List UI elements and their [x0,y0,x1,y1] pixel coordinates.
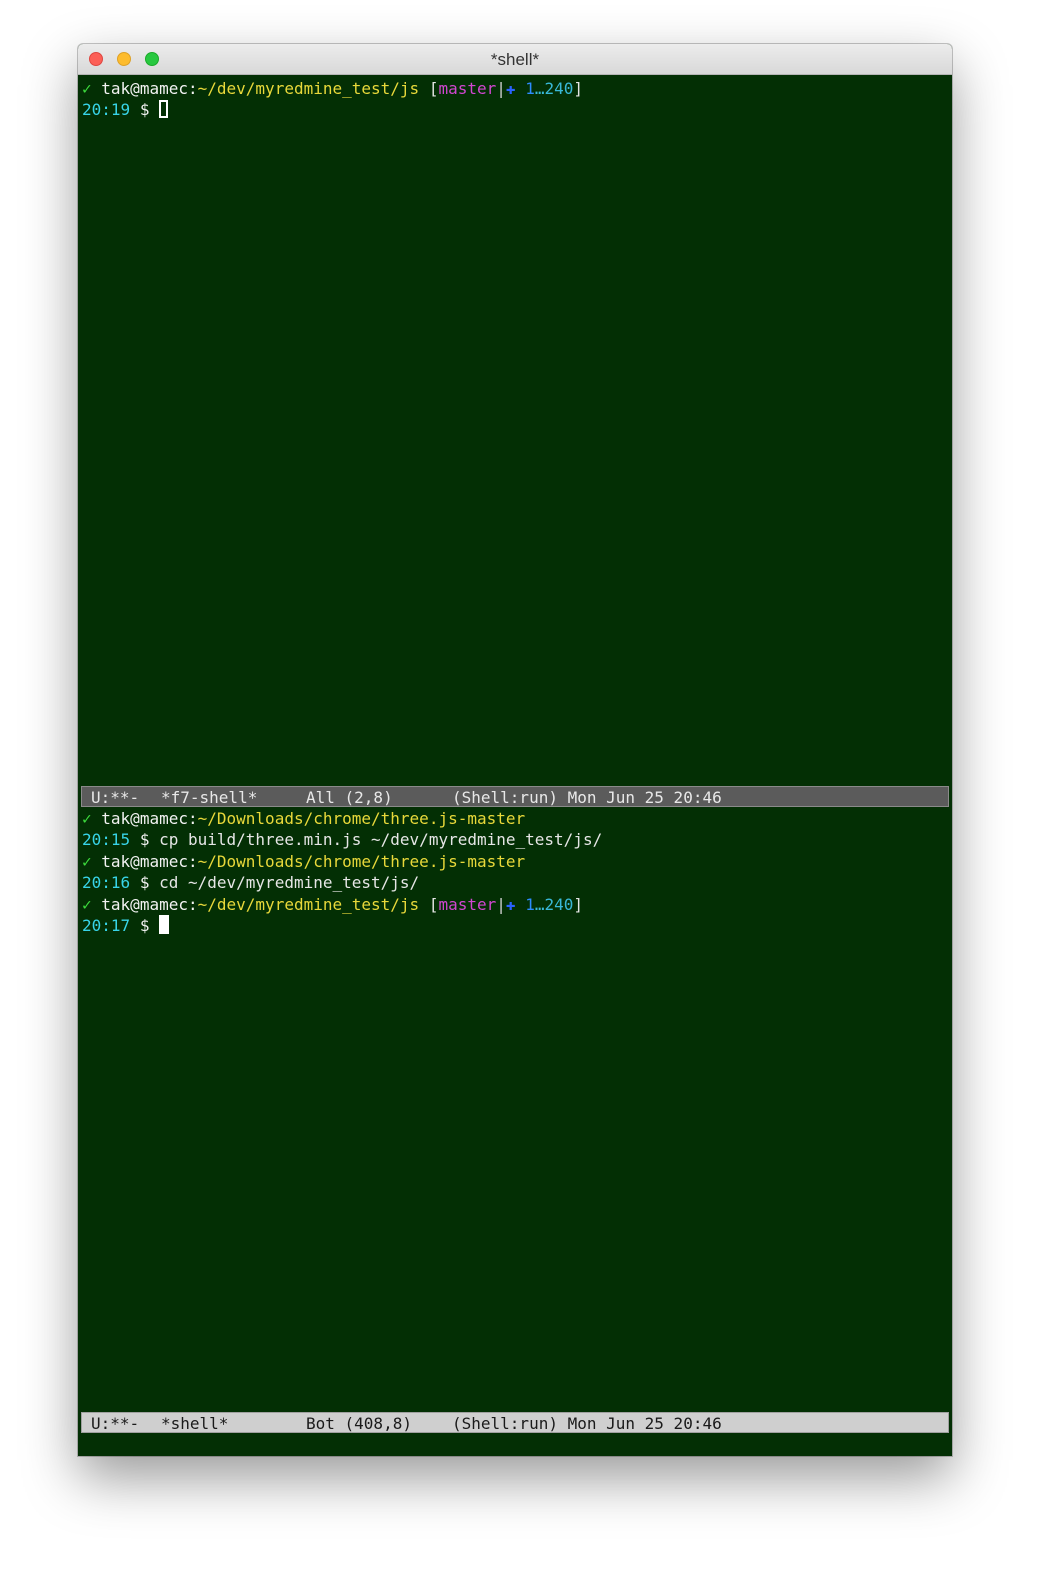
buffer-name: *shell* [161,1414,229,1433]
history-prompt-line: ✓ tak@mamec:~/Downloads/chrome/three.js-… [82,851,525,873]
check-icon: ✓ [82,809,92,828]
git-bracket-close: ] [573,895,584,914]
history-path: ~/Downloads/chrome/three.js-master [197,809,526,828]
bottom-mode-line[interactable]: U:**- *shell* Bot (408,8) (Shell:run) Mo… [81,1412,949,1433]
prompt-dollar: $ [139,916,150,935]
mode-info: (Shell:run) Mon Jun 25 20:46 [452,788,722,807]
path-colon: : [187,895,198,914]
current-path: ~/dev/myredmine_test/js [197,79,420,98]
history-command-line: 20:15 $ cp build/three.min.js ~/dev/myre… [82,829,602,851]
path-colon: : [187,809,198,828]
prompt-line: ✓ tak@mamec:~/dev/myredmine_test/js [mas… [82,894,583,916]
staged-icon: ✚ [505,79,516,98]
untracked-count: 240 [544,79,574,98]
inactive-cursor [159,100,169,118]
input-line[interactable]: 20:17 $ [82,915,170,937]
user-host: tak@mamec [101,895,188,914]
git-branch: master [438,895,497,914]
path-colon: : [187,852,198,871]
git-bracket-close: ] [573,79,584,98]
emacs-window: *shell* ✓ tak@mamec:~/dev/myredmine_test… [78,44,952,1456]
git-separator: | [496,79,506,98]
history-prompt-line: ✓ tak@mamec:~/Downloads/chrome/three.js-… [82,808,525,830]
path-colon: : [187,79,198,98]
top-shell-pane[interactable]: ✓ tak@mamec:~/dev/myredmine_test/js [mas… [78,75,952,785]
prompt-time: 20:19 [82,100,131,119]
buffer-name: *f7-shell* [161,788,258,807]
prompt-line: ✓ tak@mamec:~/dev/myredmine_test/js [mas… [82,78,583,100]
buffer-state: U:**- [91,1414,140,1433]
history-command: cp build/three.min.js ~/dev/myredmine_te… [159,830,603,849]
staged-icon: ✚ [505,895,516,914]
git-branch: master [438,79,497,98]
current-path: ~/dev/myredmine_test/js [197,895,420,914]
title-bar[interactable]: *shell* [78,44,952,75]
staged-count: 1 [525,79,535,98]
buffer-state: U:**- [91,788,140,807]
window-title: *shell* [490,50,540,69]
check-icon: ✓ [82,895,92,914]
prompt-time: 20:15 [82,830,131,849]
prompt-dollar: $ [139,873,150,892]
prompt-time: 20:17 [82,916,131,935]
bottom-shell-pane[interactable]: ✓ tak@mamec:~/Downloads/chrome/three.js-… [78,808,952,1411]
check-icon: ✓ [82,79,92,98]
prompt-dollar: $ [139,100,150,119]
buffer-position: All (2,8) [306,788,393,807]
prompt-dollar: $ [139,830,150,849]
input-line[interactable]: 20:19 $ [82,99,169,121]
history-command-line: 20:16 $ cd ~/dev/myredmine_test/js/ [82,872,419,894]
buffer-position: Bot (408,8) [306,1414,412,1433]
check-icon: ✓ [82,852,92,871]
user-host: tak@mamec [101,79,188,98]
active-cursor[interactable] [159,915,170,934]
git-separator: | [496,895,506,914]
history-command: cd ~/dev/myredmine_test/js/ [159,873,420,892]
staged-count: 1 [525,895,535,914]
mode-info: (Shell:run) Mon Jun 25 20:46 [452,1414,722,1433]
untracked-count: 240 [544,895,574,914]
user-host: tak@mamec [101,852,188,871]
top-mode-line[interactable]: U:**- *f7-shell* All (2,8) (Shell:run) M… [81,786,949,807]
prompt-time: 20:16 [82,873,131,892]
user-host: tak@mamec [101,809,188,828]
history-path: ~/Downloads/chrome/three.js-master [197,852,526,871]
